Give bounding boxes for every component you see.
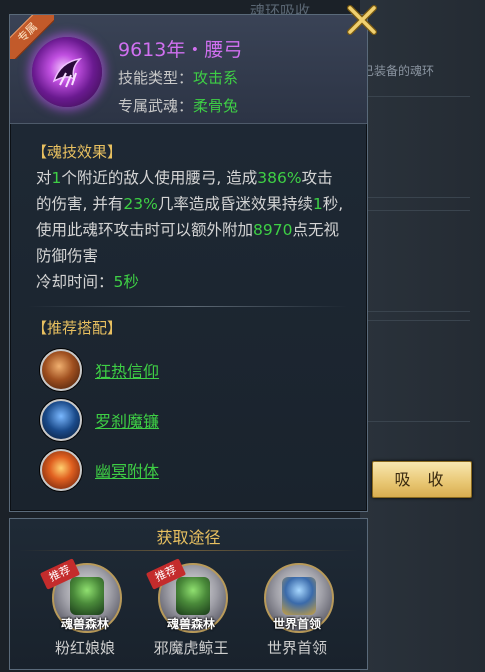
recommend-item-label[interactable]: 幽冥附体 xyxy=(95,458,159,482)
effect-value: 1 xyxy=(312,195,323,213)
effect-value: 386% xyxy=(257,169,302,187)
source-tag: 魂兽森林 xyxy=(166,617,215,631)
effect-text-segment: 对 xyxy=(36,169,52,187)
divider xyxy=(28,306,348,307)
acquisition-panel: 获取途径 推荐 魂兽森林 粉红娘娘 推荐 魂兽森林 邪魔虎鲸王 世界首领 世界首… xyxy=(9,518,368,670)
skill-type-value: 攻击系 xyxy=(193,69,239,87)
recommend-item-label[interactable]: 狂热信仰 xyxy=(95,358,159,382)
soul-ring-icon xyxy=(32,37,102,107)
cooldown-label: 冷却时间： xyxy=(36,273,114,291)
skill-type-row: 技能类型：攻击系 xyxy=(118,67,238,88)
background-slot xyxy=(360,96,470,198)
skill-detail-panel: 专属 9613年・腰弓 技能类型：攻击系 专属武魂：柔骨兔 【魂技效果】 对1个… xyxy=(9,14,368,512)
skill-weapon-value: 柔骨兔 xyxy=(193,97,239,115)
source-name: 邪魔虎鲸王 xyxy=(153,639,229,657)
skill-weapon-row: 专属武魂：柔骨兔 xyxy=(118,95,238,116)
effect-value: 23% xyxy=(123,195,158,213)
absorb-button[interactable]: 吸 收 xyxy=(372,461,472,498)
recommend-heading: 【推荐搭配】 xyxy=(32,319,123,337)
acquisition-source-item[interactable]: 世界首领 世界首领 xyxy=(242,563,346,667)
close-icon[interactable] xyxy=(344,2,380,38)
skill-title: 9613年・腰弓 xyxy=(118,39,243,61)
acquisition-heading: 获取途径 xyxy=(156,528,221,547)
source-name: 粉红娘娘 xyxy=(54,639,115,657)
effect-value: 1 xyxy=(51,169,62,187)
cooldown-value: 5秒 xyxy=(113,273,139,291)
skill-header: 专属 9613年・腰弓 技能类型：攻击系 专属武魂：柔骨兔 xyxy=(10,15,367,124)
source-tag: 世界首领 xyxy=(272,617,321,631)
background-slot xyxy=(360,320,470,422)
claw-glyph-icon xyxy=(52,57,83,88)
acquisition-source-item[interactable]: 推荐 魂兽森林 邪魔虎鲸王 xyxy=(136,558,240,667)
nether-possession-icon xyxy=(40,449,82,491)
divider xyxy=(18,550,358,551)
background-side-text: 已装备的魂环 xyxy=(362,64,435,78)
rakshasa-scythe-icon xyxy=(40,399,82,441)
source-tag: 魂兽森林 xyxy=(60,617,109,631)
effect-description: 对1个附近的敌人使用腰弓, 造成386%攻击的伤害, 并有23%几率造成昏迷效果… xyxy=(36,165,346,295)
skill-weapon-label: 专属武魂： xyxy=(118,97,194,115)
recommend-item-label[interactable]: 罗刹魔镰 xyxy=(95,408,159,432)
background-window: 已装备的魂环 xyxy=(360,0,485,672)
effect-value: 8970 xyxy=(253,221,293,239)
skill-type-label: 技能类型： xyxy=(118,69,194,87)
effect-text-segment: 个附近的敌人使用腰弓, 造成 xyxy=(61,169,258,187)
acquisition-source-item[interactable]: 推荐 魂兽森林 粉红娘娘 xyxy=(30,558,134,667)
effect-heading: 【魂技效果】 xyxy=(32,143,123,161)
background-slot xyxy=(360,210,470,312)
effect-text-segment: 几率造成昏迷效果持续 xyxy=(157,195,313,213)
source-name: 世界首领 xyxy=(266,639,327,657)
fervent-faith-icon xyxy=(40,349,82,391)
effect-text: 对1个附近的敌人使用腰弓, 造成386%攻击的伤害, 并有23%几率造成昏迷效果… xyxy=(36,169,343,265)
